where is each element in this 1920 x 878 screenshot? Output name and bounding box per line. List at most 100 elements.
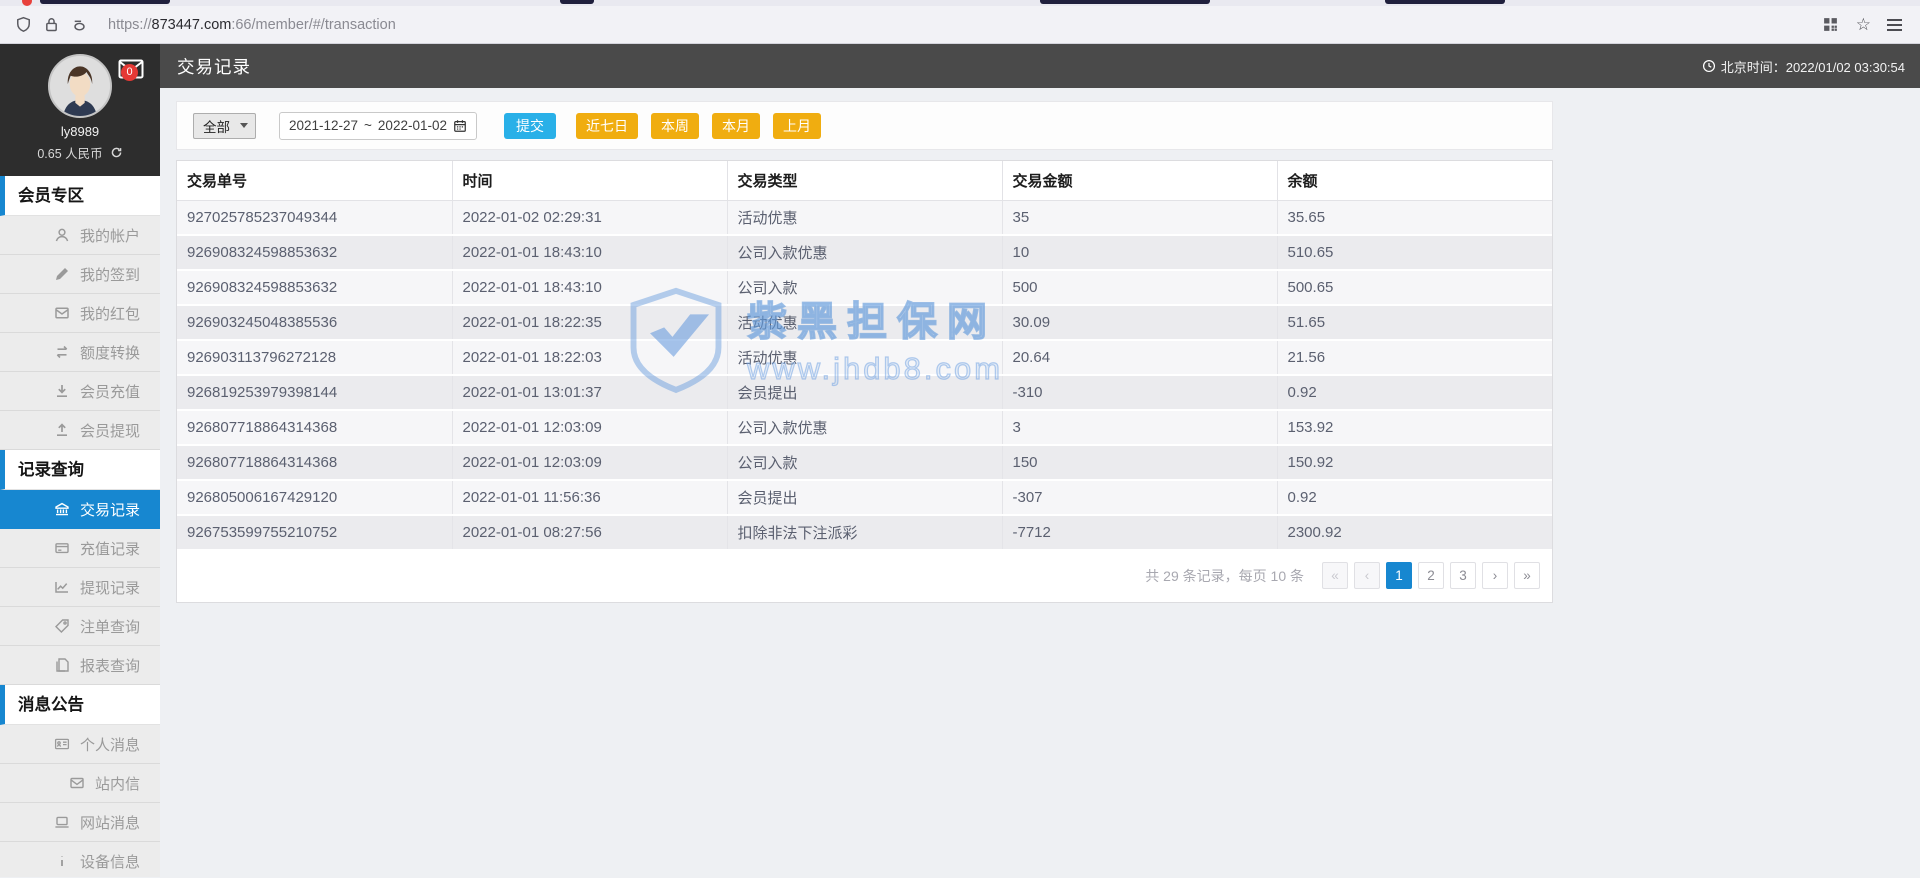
table-cell: 21.56	[1277, 340, 1552, 376]
table-cell: 0.92	[1277, 375, 1552, 411]
page-button[interactable]: ›	[1482, 562, 1508, 589]
page-button[interactable]: «	[1322, 562, 1348, 589]
table-cell: 会员提出	[727, 375, 1003, 411]
beijing-time: 北京时间：2022/01/02 03:30:54	[1702, 57, 1905, 76]
lock-icon[interactable]	[42, 16, 60, 34]
submit-button[interactable]: 提交	[504, 112, 556, 139]
url-input[interactable]: https://873447.com:66/member/#/transacti…	[108, 17, 1812, 33]
sidebar-item[interactable]: 交易记录	[0, 490, 160, 529]
date-range-input[interactable]: 2021-12-27 ~ 2022-01-02	[279, 111, 477, 140]
table-cell: 扣除非法下注派彩	[727, 515, 1003, 551]
url-path: :66/member/#/transaction	[231, 16, 396, 33]
table-cell: 2022-01-01 18:22:35	[452, 305, 728, 341]
bank-icon	[54, 501, 71, 518]
sidebar-item-label: 交易记录	[79, 501, 140, 519]
sidebar-item[interactable]: 网站消息	[0, 803, 160, 842]
table-row: 926908324598853632 2022-01-01 18:43:10 公司入…	[177, 270, 1552, 306]
sidebar-item-label: 会员充值	[79, 383, 140, 401]
calendar-icon[interactable]	[453, 119, 467, 133]
sidebar-item[interactable]: 我的签到	[0, 255, 160, 294]
table-cell: 926805006167429120	[177, 480, 453, 516]
type-select[interactable]: 全部	[193, 112, 256, 139]
quick-filter-button[interactable]: 本月	[712, 112, 760, 139]
table-body: 927025785237049344 2022-01-02 02:29:31 活动优…	[177, 200, 1552, 551]
sidebar-item[interactable]: 个人消息	[0, 725, 160, 764]
titlebar-fragment	[1385, 0, 1505, 4]
sidebar-item-label: 个人消息	[79, 736, 140, 754]
quick-filter-button[interactable]: 上月	[773, 112, 821, 139]
table-cell: 926908324598853632	[177, 235, 453, 271]
menu-icon[interactable]	[1887, 18, 1902, 31]
table-cell: 2022-01-01 18:43:10	[452, 235, 728, 271]
table-cell: 51.65	[1277, 305, 1552, 341]
info-icon	[54, 853, 71, 870]
table-cell: 0.92	[1277, 480, 1552, 516]
url-scheme: https://	[108, 16, 152, 33]
balance-row: 0.65 人民币	[0, 143, 160, 162]
table-cell: 20.64	[1002, 340, 1278, 376]
table-cell: 2022-01-01 13:01:37	[452, 375, 728, 411]
table-cell: 公司入款	[727, 445, 1003, 481]
page-button[interactable]: 1	[1386, 562, 1412, 589]
table-cell: 2022-01-01 18:22:03	[452, 340, 728, 376]
column-header: 交易金额	[1001, 161, 1278, 201]
sidebar-item[interactable]: 注单查询	[0, 607, 160, 646]
titlebar-fragment	[560, 0, 594, 4]
date-separator: ~	[364, 118, 372, 133]
user-panel: 0 ly8989 0.65 人民币	[0, 44, 160, 176]
sidebar-item[interactable]: 我的帐户	[0, 216, 160, 255]
table-cell: 926753599755210752	[177, 515, 453, 551]
page-button[interactable]: ‹	[1354, 562, 1380, 589]
page-button[interactable]: 3	[1450, 562, 1476, 589]
sidebar-item-label: 网站消息	[79, 814, 140, 832]
chart-icon	[54, 579, 71, 596]
sidebar-item[interactable]: 站内信	[0, 764, 160, 803]
page-button[interactable]: »	[1514, 562, 1540, 589]
table-cell: 2022-01-01 08:27:56	[452, 515, 728, 551]
sidebar-item[interactable]: 设备信息	[0, 842, 160, 877]
table-row: 926807718864314368 2022-01-01 12:03:09 公司入…	[177, 445, 1552, 481]
refresh-icon[interactable]	[110, 146, 123, 159]
pencil-icon	[54, 266, 71, 283]
sidebar-item[interactable]: 会员充值	[0, 372, 160, 411]
sidebar-item[interactable]: 报表查询	[0, 646, 160, 685]
bookmark-star-icon[interactable]: ☆	[1856, 16, 1871, 33]
date-to: 2022-01-02	[377, 118, 447, 133]
beijing-time-label: 北京时间：2022/01/02 03:30:54	[1720, 59, 1905, 75]
table-cell: 30.09	[1002, 305, 1278, 341]
table-cell: 2022-01-02 02:29:31	[452, 200, 728, 236]
avatar[interactable]	[48, 54, 112, 118]
table-cell: 500	[1002, 270, 1278, 306]
table-cell: 926903113796272128	[177, 340, 453, 376]
page-button[interactable]: 2	[1418, 562, 1444, 589]
quick-filter-button[interactable]: 近七日	[576, 112, 638, 139]
quick-filter-button[interactable]: 本周	[651, 112, 699, 139]
sidebar-item-label: 报表查询	[79, 657, 140, 675]
user-icon	[54, 227, 71, 244]
table-cell: 2022-01-01 12:03:09	[452, 410, 728, 446]
permissions-icon[interactable]	[70, 16, 88, 34]
sidebar-item[interactable]: 提现记录	[0, 568, 160, 607]
clock-icon	[1702, 59, 1715, 73]
table-cell: 活动优惠	[727, 305, 1003, 341]
table-cell: 公司入款	[727, 270, 1003, 306]
qr-extension-icon[interactable]	[1822, 16, 1840, 34]
deposit-icon	[54, 383, 71, 400]
table-cell: 926819253979398144	[177, 375, 453, 411]
report-icon	[54, 657, 71, 674]
os-titlebar	[0, 0, 1920, 6]
sidebar-item[interactable]: 我的红包	[0, 294, 160, 333]
sidebar-item-label: 提现记录	[79, 579, 140, 597]
table-cell: 153.92	[1277, 410, 1552, 446]
table-row: 926753599755210752 2022-01-01 08:27:56 扣除非…	[177, 515, 1552, 551]
sidebar-item[interactable]: 会员提现	[0, 411, 160, 450]
table-cell: 10	[1002, 235, 1278, 271]
shield-icon[interactable]	[14, 16, 32, 34]
sidebar-item[interactable]: 充值记录	[0, 529, 160, 568]
messages-envelope-icon[interactable]: 0	[118, 58, 144, 85]
exchange-icon	[54, 344, 71, 361]
sidebar-item[interactable]: 额度转换	[0, 333, 160, 372]
table-cell: 926908324598853632	[177, 270, 453, 306]
table-cell: 926903245048385536	[177, 305, 453, 341]
red-packet-icon	[54, 305, 71, 322]
